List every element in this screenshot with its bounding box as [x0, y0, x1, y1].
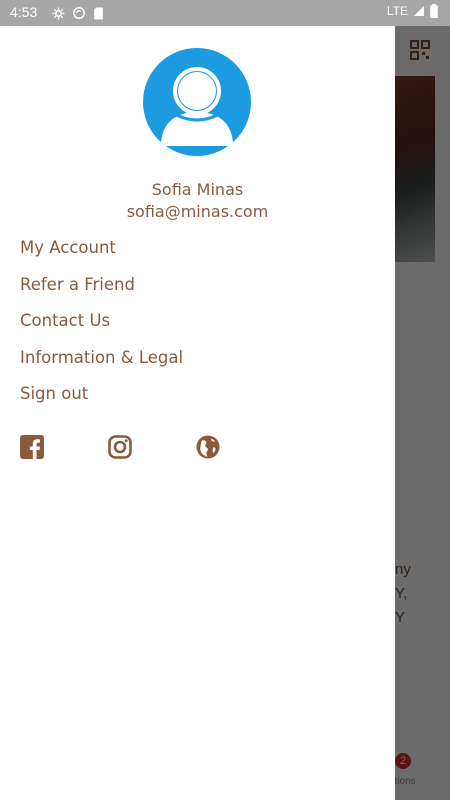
globe-icon[interactable] — [196, 435, 220, 459]
network-type: LTE — [386, 4, 408, 18]
user-avatar-icon[interactable] — [143, 48, 251, 156]
instagram-icon[interactable] — [108, 435, 132, 459]
drawer-scrim[interactable] — [395, 26, 450, 800]
menu-item-my-account[interactable]: My Account — [20, 238, 183, 275]
battery-icon — [430, 4, 438, 18]
screen: 4:53 LTE Sofia Minas sofia@minas.com My … — [0, 0, 450, 800]
menu-item-refer-a-friend[interactable]: Refer a Friend — [20, 275, 183, 312]
menu-item-information-legal[interactable]: Information & Legal — [20, 348, 183, 385]
notification-icons — [52, 6, 104, 20]
facebook-icon[interactable] — [20, 435, 44, 459]
sd-card-icon — [94, 7, 103, 19]
user-email: sofia@minas.com — [126, 202, 269, 221]
status-right: LTE — [387, 4, 438, 18]
menu-item-sign-out[interactable]: Sign out — [20, 384, 183, 421]
menu-item-contact-us[interactable]: Contact Us — [20, 311, 183, 348]
status-time: 4:53 — [10, 4, 38, 20]
user-name: Sofia Minas — [151, 180, 244, 199]
settings-notification-icon — [52, 7, 65, 19]
sync-notification-icon — [73, 7, 85, 19]
drawer-menu: My Account Refer a Friend Contact Us Inf… — [20, 238, 183, 421]
navigation-drawer: Sofia Minas sofia@minas.com My Account R… — [0, 26, 395, 800]
signal-icon — [414, 6, 424, 16]
status-bar: 4:53 LTE — [0, 0, 450, 26]
